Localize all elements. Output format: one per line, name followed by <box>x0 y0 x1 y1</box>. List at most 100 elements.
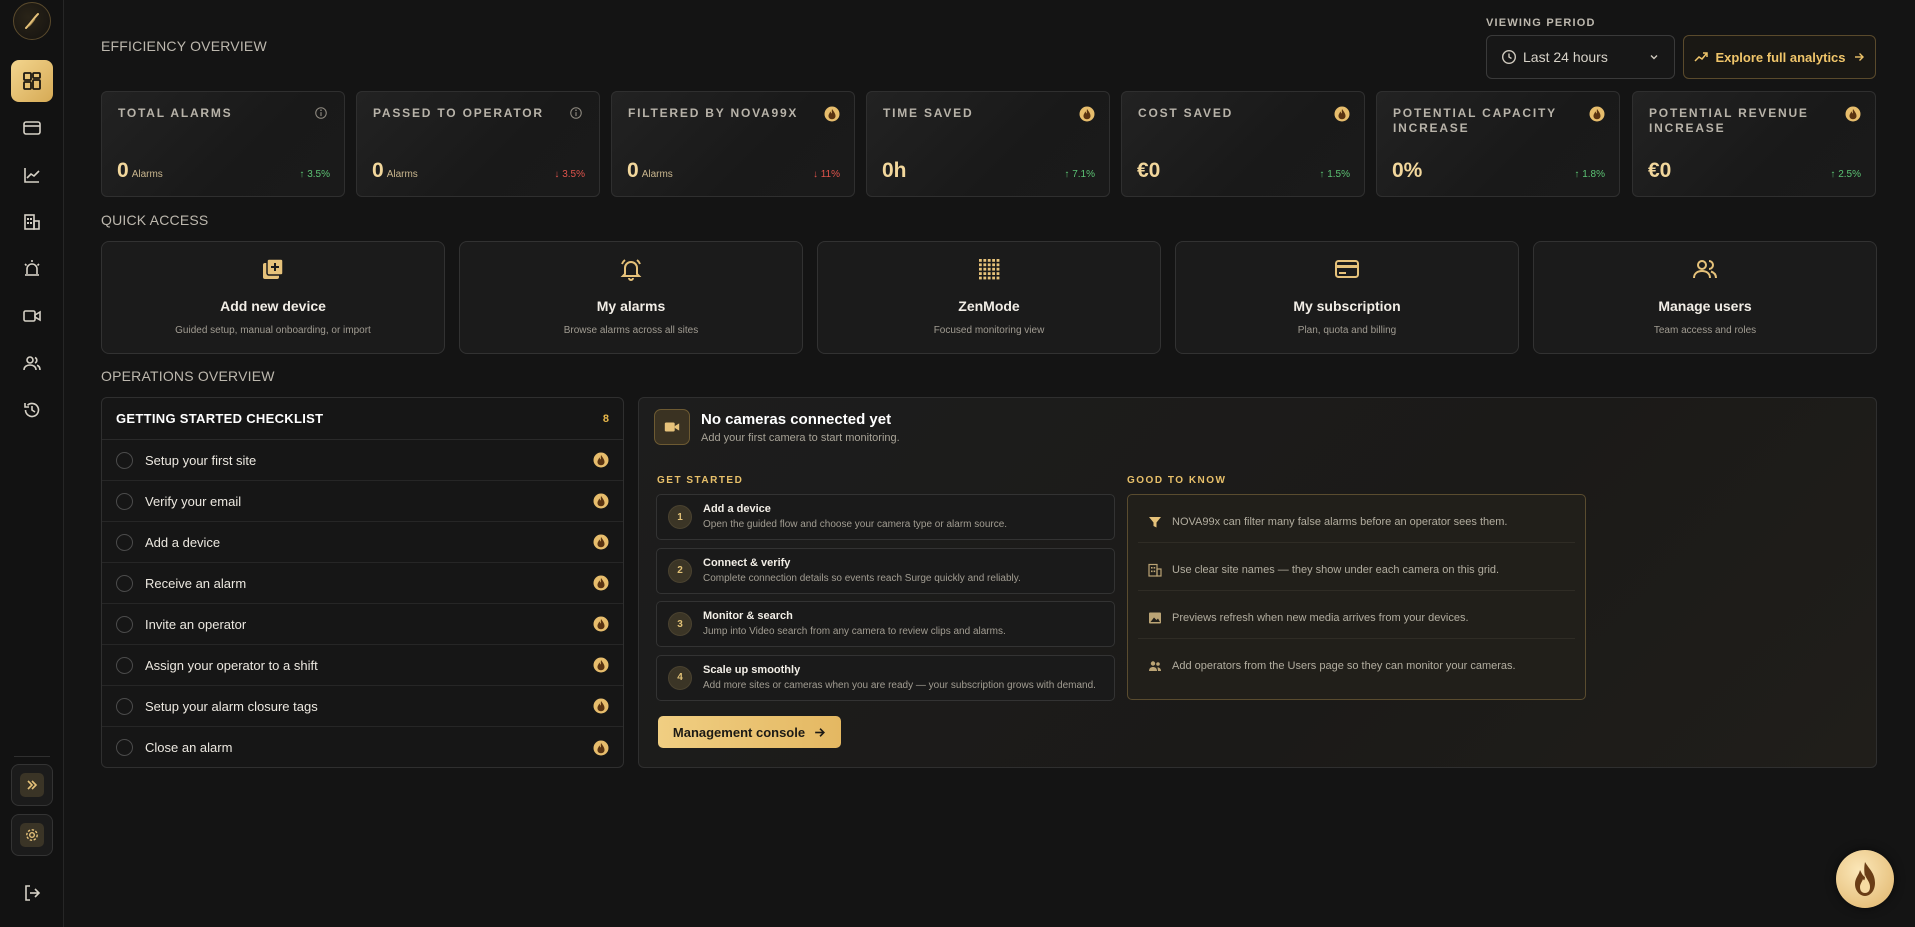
nav-cameras[interactable] <box>11 295 53 337</box>
nav-history[interactable] <box>11 389 53 431</box>
logout-icon <box>25 885 41 901</box>
get-started-step[interactable]: 1 Add a device Open the guided flow and ch… <box>656 494 1115 540</box>
checklist-title: GETTING STARTED CHECKLIST <box>116 411 324 426</box>
step-number: 3 <box>668 612 692 636</box>
kpi-unit: Alarms <box>131 169 163 180</box>
nav-dashboard[interactable] <box>11 60 53 102</box>
step-number: 1 <box>668 505 692 529</box>
step-title: Add a device <box>703 503 771 515</box>
checklist-item[interactable]: Close an alarm <box>102 727 623 768</box>
get-started-step[interactable]: 2 Connect & verify Complete connection det… <box>656 547 1115 594</box>
kpi-delta: ↑ 1.8% <box>1574 169 1605 180</box>
checklist-checkbox[interactable] <box>116 656 133 674</box>
flame-badge-icon <box>1589 106 1605 122</box>
quick-access-subtitle: Browse alarms across all sites <box>563 325 699 336</box>
assistant-flame-button[interactable] <box>1836 850 1894 908</box>
checklist-item[interactable]: Verify your email <box>102 481 623 522</box>
checklist-checkbox[interactable] <box>116 697 133 715</box>
step-description: Jump into Video search from any camera t… <box>703 626 1006 637</box>
sidebar <box>0 0 64 927</box>
checklist-item[interactable]: Setup your alarm closure tags <box>102 686 623 727</box>
flame-icon <box>1855 862 1875 896</box>
kpi-number: 0 <box>627 159 639 182</box>
quick-access-title: My alarms <box>596 298 666 314</box>
flame-badge-icon <box>593 616 609 632</box>
checklist-item[interactable]: Setup your first site <box>102 440 623 481</box>
arrow-right-icon <box>815 727 826 737</box>
quick-access-card[interactable]: My alarms Browse alarms across all sites <box>459 241 803 354</box>
quick-access-card[interactable]: Manage users Team access and roles <box>1533 241 1877 354</box>
checklist-checkbox[interactable] <box>116 533 133 551</box>
kpi-card: POTENTIAL REVENUE INCREASE €0 ↑ 2.5% <box>1632 91 1876 197</box>
checklist-checkbox[interactable] <box>116 492 133 510</box>
efficiency-overview-title: EFFICIENCY OVERVIEW <box>101 38 267 54</box>
checklist-item[interactable]: Invite an operator <box>102 604 623 645</box>
management-console-button[interactable]: Management console <box>658 716 841 748</box>
checklist-item[interactable]: Add a device <box>102 522 623 563</box>
tip-item: Previews refresh when new media arrives … <box>1138 597 1575 639</box>
info-icon[interactable] <box>314 106 330 122</box>
arrow-right-icon <box>1854 53 1864 61</box>
tip-text: Use clear site names — they show under e… <box>1172 563 1500 576</box>
kpi-number: 0 <box>372 159 384 182</box>
flame-badge-icon <box>1845 106 1861 122</box>
kpi-value: 0h <box>882 159 907 183</box>
kpi-delta: ↓ 3.5% <box>554 169 585 180</box>
step-description: Open the guided flow and choose your cam… <box>703 519 1008 530</box>
tip-text: NOVA99x can filter many false alarms bef… <box>1172 515 1508 528</box>
flame-badge-icon <box>1079 106 1095 122</box>
checklist-item-label: Invite an operator <box>145 616 247 632</box>
settings-button[interactable] <box>11 814 53 856</box>
dashboard-icon <box>23 72 41 90</box>
nav-billing[interactable] <box>11 107 53 149</box>
kpi-value: €0 <box>1137 159 1160 183</box>
step-description: Complete connection details so events re… <box>703 572 1021 584</box>
kpi-value: €0 <box>1648 159 1671 183</box>
flame-badge-icon <box>593 534 609 550</box>
kpi-number: 0h <box>882 159 907 182</box>
kpi-card: POTENTIAL CAPACITY INCREASE 0% ↑ 1.8% <box>1376 91 1620 197</box>
checklist-checkbox[interactable] <box>116 739 133 756</box>
checklist-item[interactable]: Receive an alarm <box>102 563 623 604</box>
filter-icon <box>1148 515 1172 529</box>
quick-access-subtitle: Guided setup, manual onboarding, or impo… <box>175 325 371 336</box>
info-icon[interactable] <box>569 106 585 122</box>
nav-analytics[interactable] <box>11 154 53 196</box>
flame-badge-icon <box>593 657 609 673</box>
logout-button[interactable] <box>11 872 53 914</box>
checklist-item-label: Receive an alarm <box>145 575 247 591</box>
explore-analytics-label: Explore full analytics <box>1715 49 1846 65</box>
quick-access-card[interactable]: Add new device Guided setup, manual onboa… <box>101 241 445 354</box>
quick-access-card[interactable]: My subscription Plan, quota and billing <box>1175 241 1519 354</box>
checklist-checkbox[interactable] <box>116 451 133 469</box>
quick-access-title: My subscription <box>1293 298 1401 314</box>
explore-analytics-button[interactable]: Explore full analytics <box>1683 35 1876 79</box>
kpi-unit: Alarms <box>641 169 673 180</box>
get-started-label: GET STARTED <box>657 475 744 486</box>
users-icon <box>1692 256 1718 282</box>
nav-sites[interactable] <box>11 201 53 243</box>
flame-badge-icon <box>593 452 609 468</box>
no-cameras-subtitle: Add your first camera to start monitorin… <box>701 432 900 444</box>
grid-icon <box>976 256 1002 282</box>
checklist-count: 8 <box>602 412 609 425</box>
get-started-step[interactable]: 4 Scale up smoothly Add more sites or came… <box>656 654 1115 701</box>
quick-access-card[interactable]: ZenMode Focused monitoring view <box>817 241 1161 354</box>
clock-icon <box>1501 49 1517 65</box>
step-title: Monitor & search <box>703 610 793 622</box>
good-to-know-label: GOOD TO KNOW <box>1127 475 1227 486</box>
expand-sidebar-button[interactable] <box>11 764 53 806</box>
users-icon <box>23 356 41 371</box>
kpi-card: COST SAVED €0 ↑ 1.5% <box>1121 91 1365 197</box>
get-started-step[interactable]: 3 Monitor & search Jump into Video search … <box>656 601 1115 647</box>
period-select[interactable]: Last 24 hours <box>1486 35 1675 79</box>
checklist-checkbox[interactable] <box>116 615 133 633</box>
checklist-checkbox[interactable] <box>116 574 133 592</box>
kpi-number: €0 <box>1137 159 1161 182</box>
brand-logo[interactable] <box>13 2 51 40</box>
period-select-value: Last 24 hours <box>1523 49 1608 65</box>
cameras-panel: No cameras connected yet Add your first … <box>638 397 1877 768</box>
nav-alarms[interactable] <box>11 248 53 290</box>
nav-users[interactable] <box>11 342 53 384</box>
checklist-item[interactable]: Assign your operator to a shift <box>102 645 623 686</box>
